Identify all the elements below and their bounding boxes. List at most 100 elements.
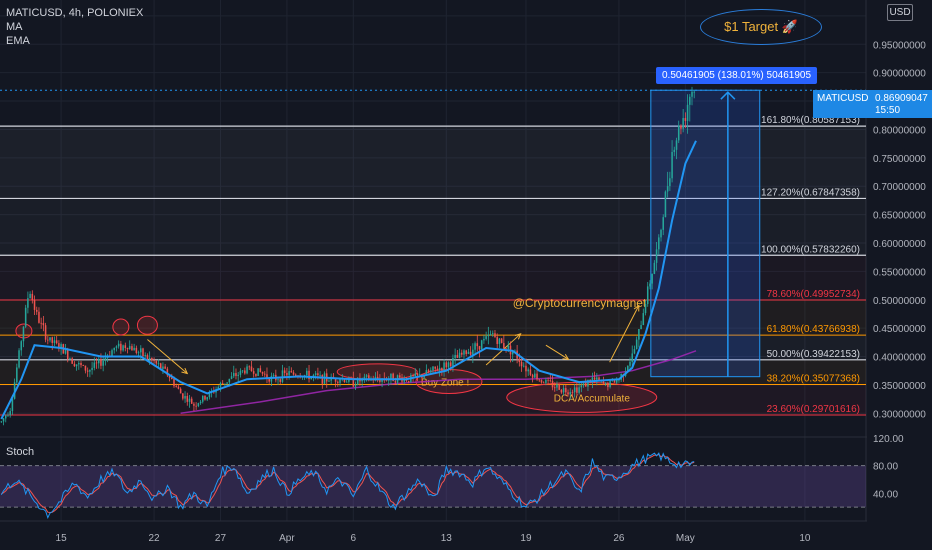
time-tick-label: 15 — [56, 533, 68, 544]
time-axis[interactable]: 15 22 27 Apr 6 13 19 26 May 10 — [56, 533, 811, 544]
candle-body — [314, 373, 317, 375]
candle-body — [27, 298, 29, 308]
candle-body — [195, 405, 197, 407]
time-tick-label: May — [676, 533, 695, 544]
candle-body — [483, 338, 485, 341]
candle-body — [288, 371, 290, 376]
candle-body — [321, 374, 324, 384]
candle-body — [693, 91, 695, 93]
candle-body — [257, 368, 259, 376]
candle-body — [558, 384, 560, 390]
candle-body — [644, 303, 647, 314]
candle-body — [354, 384, 357, 387]
last-price-tag: MATICUSD 0.86909047 15:50 — [813, 90, 932, 118]
candle-body — [100, 359, 102, 366]
candle-body — [607, 383, 609, 388]
candle-body — [474, 343, 476, 350]
candle-body — [42, 323, 45, 326]
candle-body — [582, 383, 585, 386]
candle-body — [186, 395, 189, 402]
candle-body — [604, 383, 607, 385]
candle-body — [204, 395, 206, 400]
stoch-legend[interactable]: Stoch — [6, 446, 34, 458]
candle-body — [95, 362, 98, 364]
candle-body — [531, 374, 534, 378]
candle-body — [489, 334, 492, 335]
candle-body — [155, 360, 158, 364]
time-tick-label: 13 — [441, 533, 453, 544]
candle-body — [255, 373, 257, 376]
candle-body — [478, 346, 481, 350]
candle-body — [434, 366, 436, 369]
candle-body — [184, 395, 186, 399]
price-tick-label: 0.50000000 — [873, 296, 926, 307]
candle-body — [633, 349, 636, 354]
candle-body — [78, 363, 80, 365]
candle-body — [153, 360, 155, 361]
ma-legend[interactable]: MA — [6, 20, 143, 34]
candle-body — [635, 339, 638, 350]
candle-body — [609, 380, 611, 388]
currency-button[interactable]: USD — [887, 4, 913, 21]
candle-body — [345, 381, 348, 383]
candle-body — [669, 178, 671, 187]
candle-body — [135, 347, 138, 353]
candle-body — [578, 387, 580, 393]
candle-body — [115, 346, 118, 348]
candle-body — [666, 186, 669, 192]
time-tick-label: 27 — [215, 533, 227, 544]
candle-body — [593, 377, 596, 380]
candle-body — [84, 365, 87, 371]
candle-body — [40, 322, 42, 324]
candle-body — [261, 371, 264, 374]
dca-label: DCA/Accumulate — [554, 393, 631, 404]
candle-body — [133, 347, 135, 351]
candle-body — [29, 293, 31, 299]
candle-body — [246, 366, 248, 374]
price-tag-price: 0.86909047 — [875, 93, 928, 104]
ema-legend[interactable]: EMA — [6, 34, 143, 48]
candle-body — [126, 347, 129, 350]
time-tick-label: 6 — [351, 533, 357, 544]
candle-body — [102, 360, 104, 366]
candle-body — [463, 350, 465, 355]
top-ellipse — [136, 315, 158, 335]
candle-body — [190, 398, 193, 404]
chart-legend: MATICUSD, 4h, POLONIEX MA EMA — [6, 6, 143, 48]
fib-label: 38.20%(0.35077368) — [767, 373, 860, 384]
candle-body — [671, 151, 673, 179]
candle-body — [73, 363, 76, 367]
candle-body — [51, 337, 54, 343]
candle-body — [560, 389, 563, 393]
candle-body — [498, 338, 501, 344]
candle-body — [538, 379, 541, 381]
candle-body — [230, 376, 233, 379]
candle-body — [337, 381, 339, 383]
candle-body — [653, 262, 656, 274]
candle-body — [224, 383, 226, 385]
candle-body — [188, 398, 191, 402]
candle-body — [649, 283, 651, 287]
candle-body — [219, 383, 222, 387]
candle-body — [86, 370, 89, 372]
candle-body — [137, 352, 140, 354]
stoch-tick-label: 120.00 — [873, 434, 904, 445]
candle-body — [430, 370, 432, 373]
candle-body — [534, 373, 536, 378]
candle-body — [80, 363, 82, 366]
candle-body — [18, 350, 20, 368]
candle-body — [142, 348, 144, 357]
candle-body — [221, 383, 224, 384]
candle-body — [655, 249, 658, 263]
candle-body — [128, 346, 131, 350]
fib-label: 23.60%(0.29701616) — [767, 404, 860, 415]
candle-body — [162, 366, 164, 369]
stoch-tick-label: 80.00 — [873, 462, 898, 473]
price-tick-label: 0.75000000 — [873, 154, 926, 165]
candle-body — [11, 398, 14, 411]
stoch-band — [0, 465, 866, 508]
candle-body — [527, 369, 529, 372]
symbol-legend[interactable]: MATICUSD, 4h, POLONIEX — [6, 6, 143, 20]
candle-body — [443, 362, 445, 371]
candle-body — [496, 337, 498, 344]
